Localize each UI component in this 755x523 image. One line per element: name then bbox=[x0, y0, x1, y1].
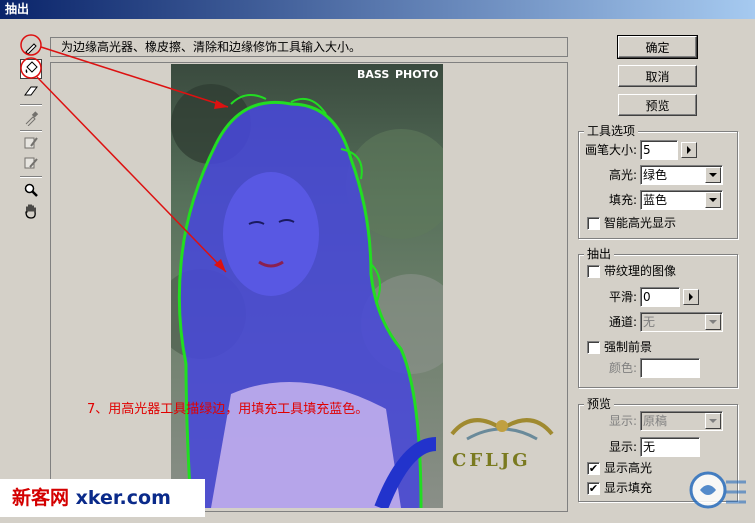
hand-icon[interactable] bbox=[20, 201, 42, 221]
color-label: 颜色: bbox=[609, 361, 638, 375]
color-swatch[interactable] bbox=[640, 358, 700, 378]
edge-highlighter-icon[interactable] bbox=[20, 37, 42, 57]
show-fill-label: 显示填充 bbox=[604, 481, 653, 495]
chevron-down-icon[interactable] bbox=[705, 192, 721, 208]
show-highlight-checkbox[interactable]: ✔ bbox=[587, 462, 600, 475]
brush-size-slider-button[interactable] bbox=[681, 142, 697, 158]
fill-bucket-icon[interactable] bbox=[20, 59, 42, 79]
show-fill-checkbox[interactable]: ✔ bbox=[587, 482, 600, 495]
channel-label: 通道: bbox=[609, 315, 638, 329]
corner-logo-watermark bbox=[689, 471, 746, 509]
display-select[interactable]: 无 bbox=[640, 437, 700, 457]
photo-corner-text-1: BASS bbox=[357, 68, 390, 81]
preview-button[interactable]: 预览 bbox=[618, 94, 697, 116]
chevron-down-icon bbox=[705, 314, 721, 330]
eyedropper-icon bbox=[20, 108, 42, 128]
chevron-down-icon[interactable] bbox=[705, 167, 721, 183]
instruction-annotation: 7、用高光器工具描绿边，用填充工具填充蓝色。 bbox=[87, 402, 369, 417]
toolbar-divider bbox=[20, 130, 42, 132]
eraser-icon[interactable] bbox=[20, 81, 42, 101]
ok-button[interactable]: 确定 bbox=[617, 35, 698, 59]
zoom-icon[interactable] bbox=[20, 180, 42, 200]
extraction-title: 抽出 bbox=[584, 247, 615, 261]
tool-hint: 为边缘高光器、橡皮擦、清除和边缘修饰工具输入大小。 bbox=[50, 37, 568, 57]
smart-highlight-checkbox[interactable] bbox=[587, 217, 600, 230]
force-foreground-checkbox[interactable] bbox=[587, 341, 600, 354]
photo-preview[interactable]: BASS PHOTO bbox=[171, 64, 443, 508]
smart-highlight-label: 智能高光显示 bbox=[604, 216, 677, 230]
preview-title: 预览 bbox=[584, 397, 615, 411]
show-highlight-label: 显示高光 bbox=[604, 461, 653, 475]
site-watermark: 新客网 xker.com bbox=[0, 479, 205, 517]
toolbar-divider bbox=[20, 176, 42, 178]
toolbar-divider bbox=[20, 104, 42, 106]
brush-size-input[interactable]: 5 bbox=[640, 140, 678, 160]
watermark-part-2: xker.com bbox=[69, 487, 171, 509]
show-label: 显示: bbox=[609, 414, 638, 428]
textured-image-label: 带纹理的图像 bbox=[604, 264, 677, 278]
tool-options-title: 工具选项 bbox=[584, 124, 639, 138]
edge-touchup-icon bbox=[20, 153, 42, 173]
smooth-input[interactable]: 0 bbox=[640, 287, 680, 307]
ornament-logo bbox=[450, 418, 554, 441]
brush-size-label: 画笔大小: bbox=[585, 143, 638, 157]
smooth-slider-button[interactable] bbox=[683, 289, 699, 305]
highlight-label: 高光: bbox=[609, 168, 638, 182]
photo-logo-text: CFLJG bbox=[452, 450, 531, 471]
force-foreground-label: 强制前景 bbox=[604, 340, 653, 354]
smooth-label: 平滑: bbox=[609, 290, 638, 304]
watermark-part-1: 新客网 bbox=[12, 487, 70, 509]
photo-corner-text-2: PHOTO bbox=[395, 68, 439, 81]
fill-label: 填充: bbox=[609, 193, 638, 207]
cleanup-icon bbox=[20, 133, 42, 153]
window-title: 抽出 bbox=[0, 0, 755, 19]
cancel-button[interactable]: 取消 bbox=[618, 65, 697, 87]
textured-image-checkbox[interactable] bbox=[587, 265, 600, 278]
chevron-down-icon bbox=[705, 413, 721, 429]
display-label: 显示: bbox=[609, 440, 638, 454]
